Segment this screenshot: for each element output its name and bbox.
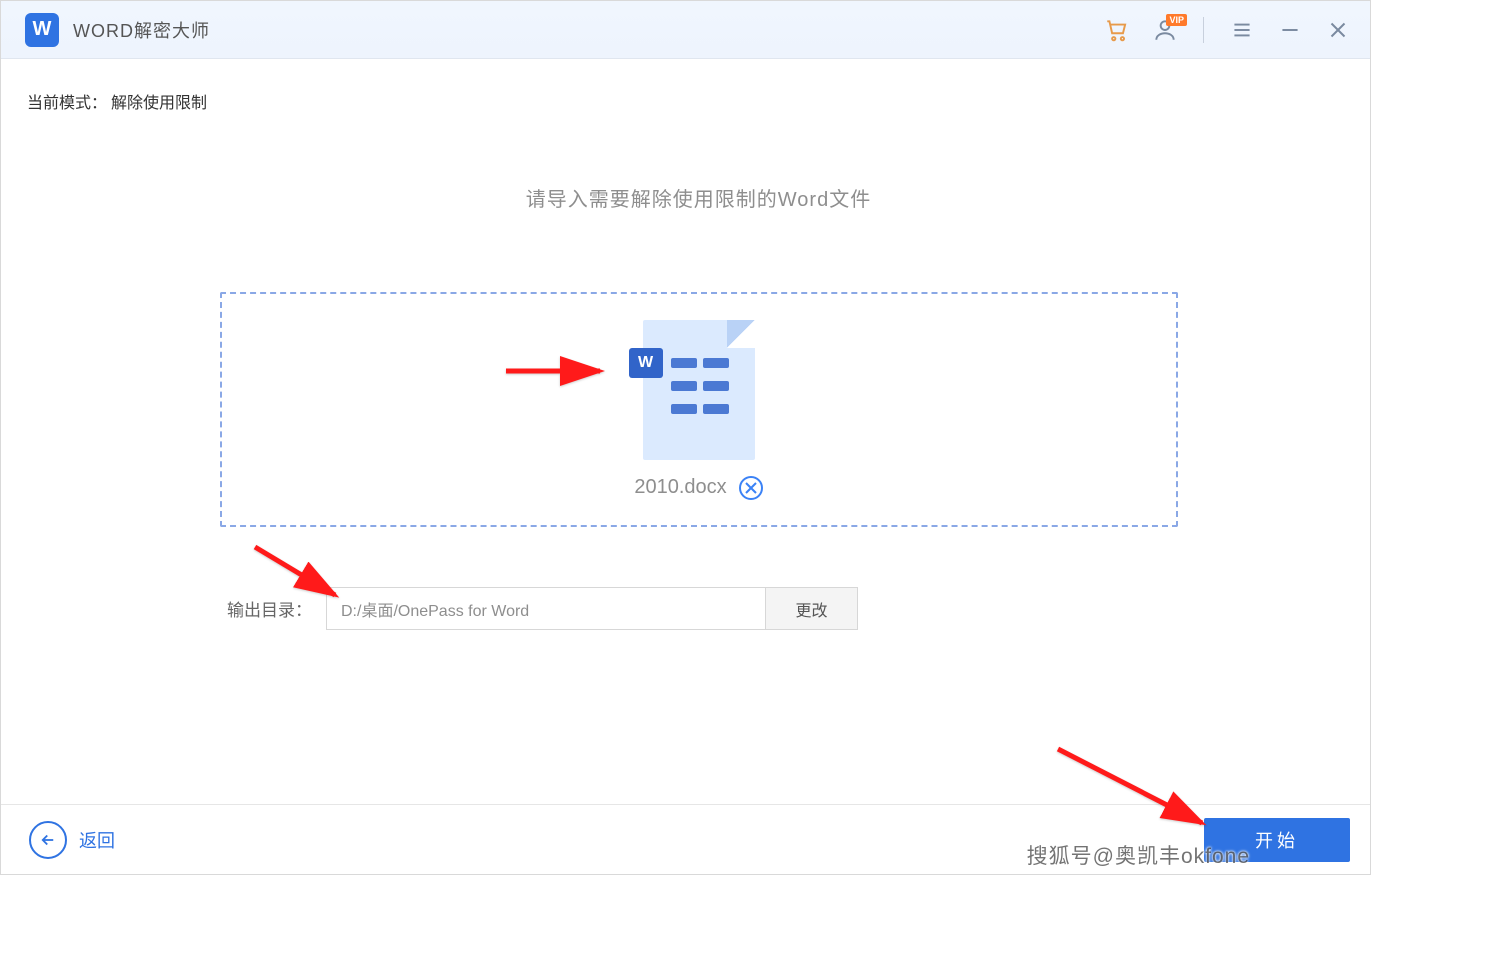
app-window: W WORD解密大师 VIP 当前模式：解除使用限制 xyxy=(0,0,1371,875)
app-logo: W xyxy=(25,13,59,47)
back-button[interactable]: 返回 xyxy=(29,821,115,859)
footer: 返回 开始 xyxy=(1,804,1370,874)
titlebar: W WORD解密大师 VIP xyxy=(1,1,1370,59)
page-fold-icon xyxy=(727,320,755,348)
file-name: 2010.docx xyxy=(634,476,726,499)
output-label: 输出目录： xyxy=(227,596,312,621)
titlebar-divider xyxy=(1203,17,1204,43)
titlebar-right: VIP xyxy=(1103,16,1352,44)
output-path-input[interactable] xyxy=(326,587,766,630)
user-icon[interactable]: VIP xyxy=(1151,16,1179,44)
back-arrow-icon xyxy=(29,821,67,859)
word-document-icon: W xyxy=(643,320,755,460)
word-badge: W xyxy=(629,348,663,378)
instruction-text: 请导入需要解除使用限制的Word文件 xyxy=(27,183,1370,212)
app-logo-letter: W xyxy=(33,18,52,41)
doc-lines-icon xyxy=(671,358,741,427)
file-name-row: 2010.docx xyxy=(634,476,762,500)
content-area: 当前模式：解除使用限制 请导入需要解除使用限制的Word文件 W xyxy=(1,59,1370,804)
back-label: 返回 xyxy=(79,827,115,853)
menu-icon[interactable] xyxy=(1228,16,1256,44)
annotation-arrow-icon xyxy=(502,354,612,393)
start-button[interactable]: 开始 xyxy=(1204,818,1350,862)
close-icon[interactable] xyxy=(1324,16,1352,44)
vip-badge: VIP xyxy=(1166,14,1187,26)
remove-file-button[interactable] xyxy=(739,476,763,500)
file-dropzone[interactable]: W 2010.docx xyxy=(220,292,1178,527)
change-output-button[interactable]: 更改 xyxy=(766,587,858,630)
mode-value: 解除使用限制 xyxy=(111,95,207,112)
mode-label: 当前模式： xyxy=(27,95,107,112)
output-row: 输出目录： 更改 xyxy=(227,587,1370,630)
cart-icon[interactable] xyxy=(1103,16,1131,44)
minimize-icon[interactable] xyxy=(1276,16,1304,44)
mode-line: 当前模式：解除使用限制 xyxy=(27,89,1370,113)
file-icon: W xyxy=(643,320,755,460)
app-title: WORD解密大师 xyxy=(73,17,210,43)
